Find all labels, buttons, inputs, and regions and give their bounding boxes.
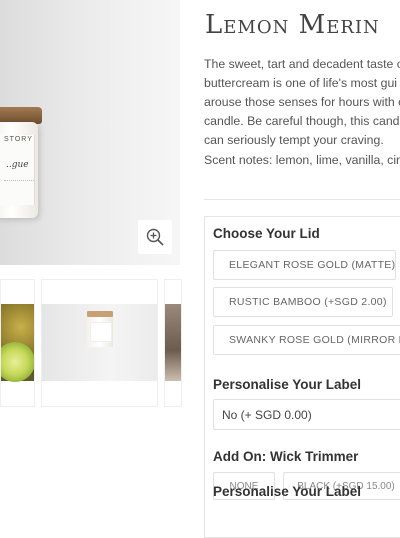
lid-option-elegant-rose-gold[interactable]: ELEGANT ROSE GOLD (MATTE): [213, 250, 396, 280]
scent-notes: Scent notes: lemon, lime, vanilla, cir: [204, 153, 400, 167]
description-line: can seriously tempt your craving.: [204, 133, 384, 147]
divider: [204, 199, 400, 200]
thumbnail-image-lifestyle: [165, 304, 181, 381]
description-line: buttercream is one of life's most gui: [204, 76, 398, 90]
product-description: The sweet, tart and decadent taste o but…: [204, 55, 400, 150]
choose-lid-label: Choose Your Lid: [213, 226, 320, 241]
zoom-button[interactable]: [138, 220, 172, 254]
gallery-thumbnail-1[interactable]: [0, 279, 35, 407]
lid-option-rustic-bamboo[interactable]: RUSTIC BAMBOO (+SGD 2.00): [213, 287, 393, 317]
description-line: candle. Be careful though, this candl: [204, 114, 400, 128]
candle-script-text: ..gue: [6, 160, 29, 170]
thumbnail-candle-label: [90, 322, 112, 342]
wick-trimmer-heading: Add On: Wick Trimmer: [213, 449, 359, 464]
sticky-personalise-label-heading: Personalise Your Label: [213, 484, 362, 499]
product-title: Lemon Merin: [205, 10, 380, 40]
description-line: arouse those senses for hours with c: [204, 95, 400, 109]
lid-option-swanky-rose-gold[interactable]: SWANKY ROSE GOLD (MIRROR FIN: [213, 325, 400, 355]
personalise-label-heading: Personalise Your Label: [213, 377, 362, 392]
personalise-label-select[interactable]: No (+ SGD 0.00): [213, 399, 400, 430]
candle-label-details: [4, 180, 34, 197]
candle-brand-text: STORY: [4, 136, 33, 143]
gallery-thumbnail-3[interactable]: [164, 279, 182, 407]
description-line: The sweet, tart and decadent taste o: [204, 57, 400, 71]
zoom-in-icon: [146, 228, 164, 246]
gallery-thumbnail-2[interactable]: [41, 279, 158, 407]
